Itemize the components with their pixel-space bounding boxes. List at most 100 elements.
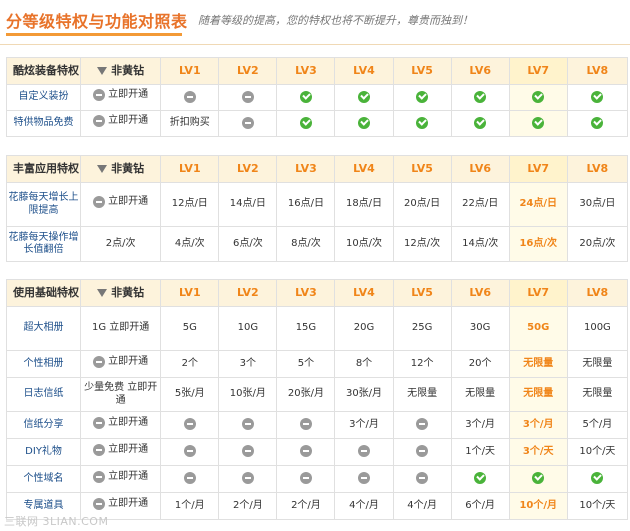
open-now-button[interactable]: 立即开通 xyxy=(93,89,148,102)
check-icon xyxy=(591,116,604,129)
level-cell xyxy=(160,438,220,466)
unavailable-icon xyxy=(241,472,254,485)
unavailable-icon xyxy=(416,418,429,431)
level-cell xyxy=(392,438,452,466)
level-value: 3个 xyxy=(239,357,257,369)
level-cell xyxy=(218,84,278,111)
level-cell xyxy=(276,438,336,466)
feature-row: 特供物品免费 立即开通 折扣购买 xyxy=(5,110,629,137)
level-value: 无限量 xyxy=(523,357,554,369)
section-header-row: 丰富应用特权 非黄钻 LV1 LV2 LV3 LV4 LV5 LV6 LV7 LV8 xyxy=(5,155,629,183)
unavailable-icon xyxy=(241,90,254,103)
section-title: 丰富应用特权 xyxy=(5,155,82,183)
level-header-lv7: LV7 xyxy=(508,155,568,183)
level-header-lv6: LV6 xyxy=(450,57,510,85)
check-icon xyxy=(532,90,545,103)
non-vip-value: 1G 立即开通 xyxy=(92,322,150,334)
non-vip-cell: 立即开通 xyxy=(80,350,162,378)
level-cell: 25G xyxy=(392,306,452,351)
unavailable-icon xyxy=(93,497,106,510)
level-cell: 20G xyxy=(334,306,394,351)
equipment-privilege-table: 酷炫装备特权 非黄钻 LV1 LV2 LV3 LV4 LV5 LV6 LV7 LV8 自定义装扮 立即… xyxy=(5,57,629,137)
level-cell: 6点/次 xyxy=(218,226,278,262)
check-icon xyxy=(474,90,487,103)
level-cell: 14点/日 xyxy=(218,182,278,227)
open-now-button[interactable]: 立即开通 xyxy=(93,115,148,128)
open-now-button[interactable]: 立即开通 xyxy=(93,471,148,484)
level-cell: 5个/月 xyxy=(566,411,629,439)
non-vip-label: 非黄钻 xyxy=(111,162,145,176)
level-value: 12个 xyxy=(410,357,434,369)
feature-row: 超大相册 1G 立即开通 5G 10G 15G 20G 25G 30G 50G 100G xyxy=(5,306,629,351)
level-value: 6点/次 xyxy=(232,237,263,249)
feature-row: 日志信纸 少量免费 立即开通 5张/月 10张/月 20张/月 30张/月 无限量 无限量 无限… xyxy=(5,377,629,412)
level-cell: 1个/月 xyxy=(160,492,220,520)
level-value: 10个/月 xyxy=(519,499,558,511)
open-now-label: 立即开通 xyxy=(108,115,149,127)
non-vip-value: 2点/次 xyxy=(105,237,136,249)
level-cell xyxy=(392,411,452,439)
level-cell xyxy=(160,465,220,493)
level-cell xyxy=(160,84,220,111)
level-value: 折扣购买 xyxy=(169,117,210,129)
level-cell: 15G xyxy=(276,306,336,351)
level-cell: 16点/次 xyxy=(508,226,568,262)
level-header-lv3: LV3 xyxy=(276,155,336,183)
non-vip-cell: 立即开通 xyxy=(80,465,162,493)
level-cell: 100G xyxy=(566,306,629,351)
diamond-icon xyxy=(97,165,108,174)
level-cell: 18点/日 xyxy=(334,182,394,227)
level-cell: 4个/月 xyxy=(392,492,452,520)
diamond-icon xyxy=(97,67,108,76)
level-value: 10点/次 xyxy=(345,237,383,249)
level-cell: 30点/日 xyxy=(566,182,629,227)
unavailable-icon xyxy=(183,445,196,458)
feature-label: 个性相册 xyxy=(5,350,82,378)
section-title: 使用基础特权 xyxy=(5,279,82,307)
level-value: 3个/月 xyxy=(522,418,554,430)
open-now-button[interactable]: 立即开通 xyxy=(93,356,148,369)
level-cell xyxy=(566,84,629,111)
open-now-button[interactable]: 立即开通 xyxy=(93,444,148,457)
level-header-lv2: LV2 xyxy=(218,57,278,85)
level-header-lv4: LV4 xyxy=(334,57,394,85)
level-header-lv3: LV3 xyxy=(276,279,336,307)
unavailable-icon xyxy=(183,90,196,103)
level-value: 15G xyxy=(295,322,317,334)
level-value: 12点/次 xyxy=(404,237,441,249)
non-vip-cell: 立即开通 xyxy=(80,438,162,466)
check-icon xyxy=(591,472,604,485)
level-value: 2个/月 xyxy=(291,499,321,511)
unavailable-icon xyxy=(93,443,106,456)
level-value: 18点/日 xyxy=(345,198,383,210)
open-now-button[interactable]: 立即开通 xyxy=(93,417,148,430)
level-cell: 4点/次 xyxy=(160,226,220,262)
level-cell xyxy=(218,465,278,493)
level-value: 20个 xyxy=(468,357,492,369)
level-header-lv4: LV4 xyxy=(334,155,394,183)
level-value: 2个 xyxy=(181,357,198,369)
open-now-label: 立即开通 xyxy=(108,497,149,509)
open-now-label: 立即开通 xyxy=(108,443,149,455)
level-header-lv3: LV3 xyxy=(276,57,336,85)
level-cell xyxy=(566,110,629,137)
open-now-button[interactable]: 立即开通 xyxy=(93,196,148,209)
level-header-lv1: LV1 xyxy=(160,155,220,183)
level-cell: 无限量 xyxy=(392,377,452,412)
level-cell: 10G xyxy=(218,306,278,351)
non-vip-cell: 立即开通 xyxy=(80,110,162,137)
level-header-lv2: LV2 xyxy=(218,279,278,307)
level-cell: 3个/月 xyxy=(334,411,394,439)
level-cell: 12个 xyxy=(392,350,452,378)
feature-row: 个性域名 立即开通 xyxy=(5,465,629,493)
feature-label: 信纸分享 xyxy=(5,411,82,439)
feature-row: 自定义装扮 立即开通 xyxy=(5,84,629,111)
level-cell xyxy=(218,438,278,466)
unavailable-icon xyxy=(358,445,370,458)
feature-label: 超大相册 xyxy=(5,306,82,351)
page-header: 分等级特权与功能对照表 随着等级的提高，您的特权也将不断提升，尊贵而独到！ xyxy=(0,0,630,45)
unavailable-icon xyxy=(299,472,312,485)
level-cell: 5个 xyxy=(276,350,336,378)
open-now-button[interactable]: 立即开通 xyxy=(93,498,148,511)
level-cell xyxy=(218,411,278,439)
